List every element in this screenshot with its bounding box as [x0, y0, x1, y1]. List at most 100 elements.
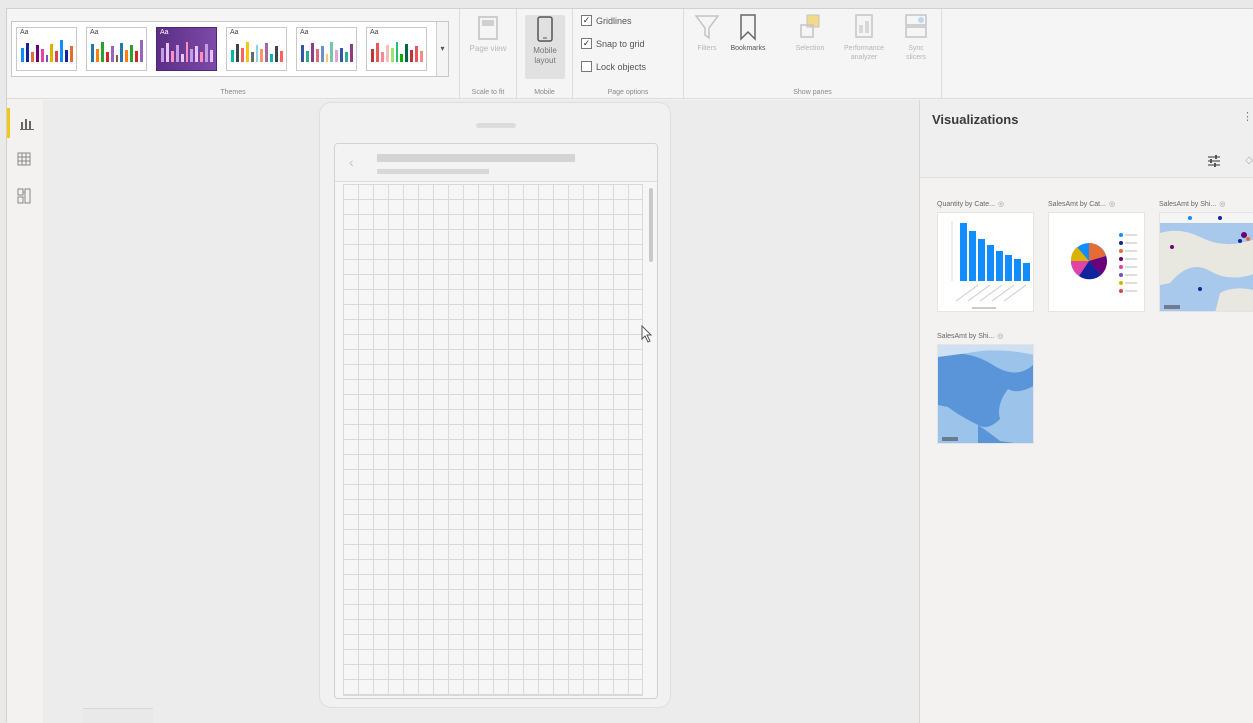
snap-to-grid-checkbox[interactable]: ✓ Snap to grid: [581, 38, 645, 49]
show-panes-group-label: Show panes: [793, 89, 832, 96]
mobile-scrollbar[interactable]: [649, 188, 653, 262]
analytics-icon[interactable]: ◇: [1245, 155, 1253, 166]
viz-card-title-text: SalesAmt by Shi...: [1159, 201, 1217, 208]
themes-expand-chevron-icon[interactable]: ▾: [436, 22, 448, 76]
pane-more-icon[interactable]: ⋮: [1242, 110, 1253, 123]
theme-aa-text: Aa: [160, 29, 169, 36]
visualizations-pane: Visualizations ⋮ ◇ Quantity by Cate... ◎ …: [919, 100, 1253, 723]
page-view-label: Page view: [469, 44, 507, 53]
scale-group-label: Scale to fit: [471, 89, 505, 96]
sync-slicers-icon: [905, 14, 927, 38]
page-options-group: ✓ Gridlines ✓ Snap to grid Lock objects …: [573, 9, 684, 99]
lock-label: Lock objects: [596, 61, 647, 72]
performance-icon: [855, 14, 873, 38]
performance-analyzer-button[interactable]: Performance analyzer: [840, 13, 888, 62]
viz-thumbnail-bar-chart[interactable]: [937, 212, 1034, 312]
mobile-screen[interactable]: ‹: [334, 143, 658, 699]
eye-icon[interactable]: ◎: [1109, 201, 1115, 208]
mobile-layout-grid[interactable]: [343, 184, 643, 696]
theme-bars: [371, 38, 423, 62]
mobile-icon: [537, 16, 553, 42]
bar-chart-thumbnail: [951, 221, 1030, 309]
bookmarks-pane-button[interactable]: Bookmarks: [728, 13, 768, 53]
viz-thumbnail-pie-chart[interactable]: [1048, 212, 1145, 312]
filters-label: Filters: [697, 45, 717, 52]
header-title-placeholder: [377, 154, 575, 162]
ribbon: Aa Aa Aa Aa Aa Aa ▾ Themes Page view Sca…: [7, 9, 1253, 99]
viz-card-title-1: Quantity by Cate... ◎: [937, 200, 1004, 208]
sync-slicers-label: Sync slicers: [906, 45, 926, 61]
theme-aa-text: Aa: [20, 29, 29, 36]
nav-report-view[interactable]: [7, 108, 43, 138]
themes-group: Aa Aa Aa Aa Aa Aa ▾ Themes: [7, 9, 460, 99]
theme-bars: [91, 38, 143, 62]
theme-swatch-1[interactable]: Aa: [16, 27, 77, 71]
viz-thumbnail-map-1[interactable]: [1159, 212, 1253, 312]
pie-chart-thumbnail: [1070, 233, 1137, 293]
viz-card-title-4: SalesAmt by Shi... ◎: [937, 332, 1003, 340]
theme-swatch-5[interactable]: Aa: [296, 27, 357, 71]
page-tabs-bar: [43, 708, 919, 723]
viz-card-title-3: SalesAmt by Shi... ◎: [1159, 200, 1225, 208]
show-panes-group: Filters Bookmarks Selection Performance …: [684, 9, 942, 99]
theme-swatch-6[interactable]: Aa: [366, 27, 427, 71]
themes-group-label: Themes: [220, 89, 246, 96]
eye-icon[interactable]: ◎: [1219, 201, 1225, 208]
scale-group: Page view Scale to fit: [460, 9, 517, 99]
mobile-layout-button[interactable]: Mobile layout: [525, 15, 565, 79]
page-options-group-label: Page options: [607, 89, 649, 96]
lock-objects-checkbox[interactable]: Lock objects: [581, 61, 646, 72]
theme-aa-text: Aa: [370, 29, 379, 36]
theme-bars: [231, 38, 283, 62]
nav-model-view[interactable]: [7, 180, 43, 210]
nav-data-view[interactable]: [7, 144, 43, 174]
page-view-button[interactable]: Page view: [468, 15, 508, 54]
page-view-icon: [478, 16, 498, 40]
format-icon[interactable]: [1207, 154, 1221, 168]
viz-card-title-text: Quantity by Cate...: [937, 201, 995, 208]
left-nav: [7, 100, 43, 723]
back-chevron-icon: ‹: [349, 154, 354, 170]
lock-check-box: [581, 61, 592, 72]
viz-card-title-text: SalesAmt by Shi...: [937, 333, 995, 340]
viz-card-title-text: SalesAmt by Cat...: [1048, 201, 1106, 208]
visualizations-title: Visualizations: [932, 112, 1019, 127]
report-icon: [20, 119, 34, 130]
theme-aa-text: Aa: [230, 29, 239, 36]
model-icon: [17, 188, 31, 204]
filters-pane-button[interactable]: Filters: [692, 13, 722, 53]
mobile-group-label: Mobile: [534, 89, 555, 96]
viz-card-title-2: SalesAmt by Cat... ◎: [1048, 200, 1115, 208]
performance-label: Performance analyzer: [843, 45, 885, 61]
report-canvas[interactable]: ‹: [43, 100, 919, 708]
page-tab[interactable]: [83, 708, 153, 723]
theme-bars: [161, 38, 213, 62]
filled-map-thumbnail: [938, 345, 1033, 443]
theme-aa-text: Aa: [90, 29, 99, 36]
eye-icon[interactable]: ◎: [997, 333, 1003, 340]
bookmarks-label: Bookmarks: [730, 45, 766, 52]
data-icon: [17, 152, 31, 166]
power-bi-window: Aa Aa Aa Aa Aa Aa ▾ Themes Page view Sca…: [6, 8, 1253, 723]
map-thumbnail: [1160, 213, 1253, 311]
theme-swatch-4[interactable]: Aa: [226, 27, 287, 71]
theme-bars: [21, 38, 73, 62]
theme-aa-text: Aa: [300, 29, 309, 36]
selection-label: Selection: [795, 45, 825, 52]
selection-pane-button[interactable]: Selection: [790, 13, 830, 53]
mobile-layout-label: Mobile layout: [533, 46, 557, 65]
header-subtitle-placeholder: [377, 169, 489, 174]
theme-swatch-3-selected[interactable]: Aa: [156, 27, 217, 71]
gridlines-label: Gridlines: [596, 15, 632, 26]
gridlines-checkbox[interactable]: ✓ Gridlines: [581, 15, 632, 26]
gridlines-check-icon: ✓: [581, 15, 592, 26]
theme-swatch-2[interactable]: Aa: [86, 27, 147, 71]
snap-label: Snap to grid: [596, 38, 645, 49]
eye-icon[interactable]: ◎: [998, 201, 1004, 208]
viz-thumbnail-map-2[interactable]: [937, 344, 1034, 444]
snap-check-icon: ✓: [581, 38, 592, 49]
visualizations-header: Visualizations ⋮ ◇: [920, 100, 1253, 178]
cursor-icon: [641, 325, 653, 343]
sync-slicers-button[interactable]: Sync slicers: [898, 13, 934, 62]
funnel-icon: [694, 15, 720, 40]
